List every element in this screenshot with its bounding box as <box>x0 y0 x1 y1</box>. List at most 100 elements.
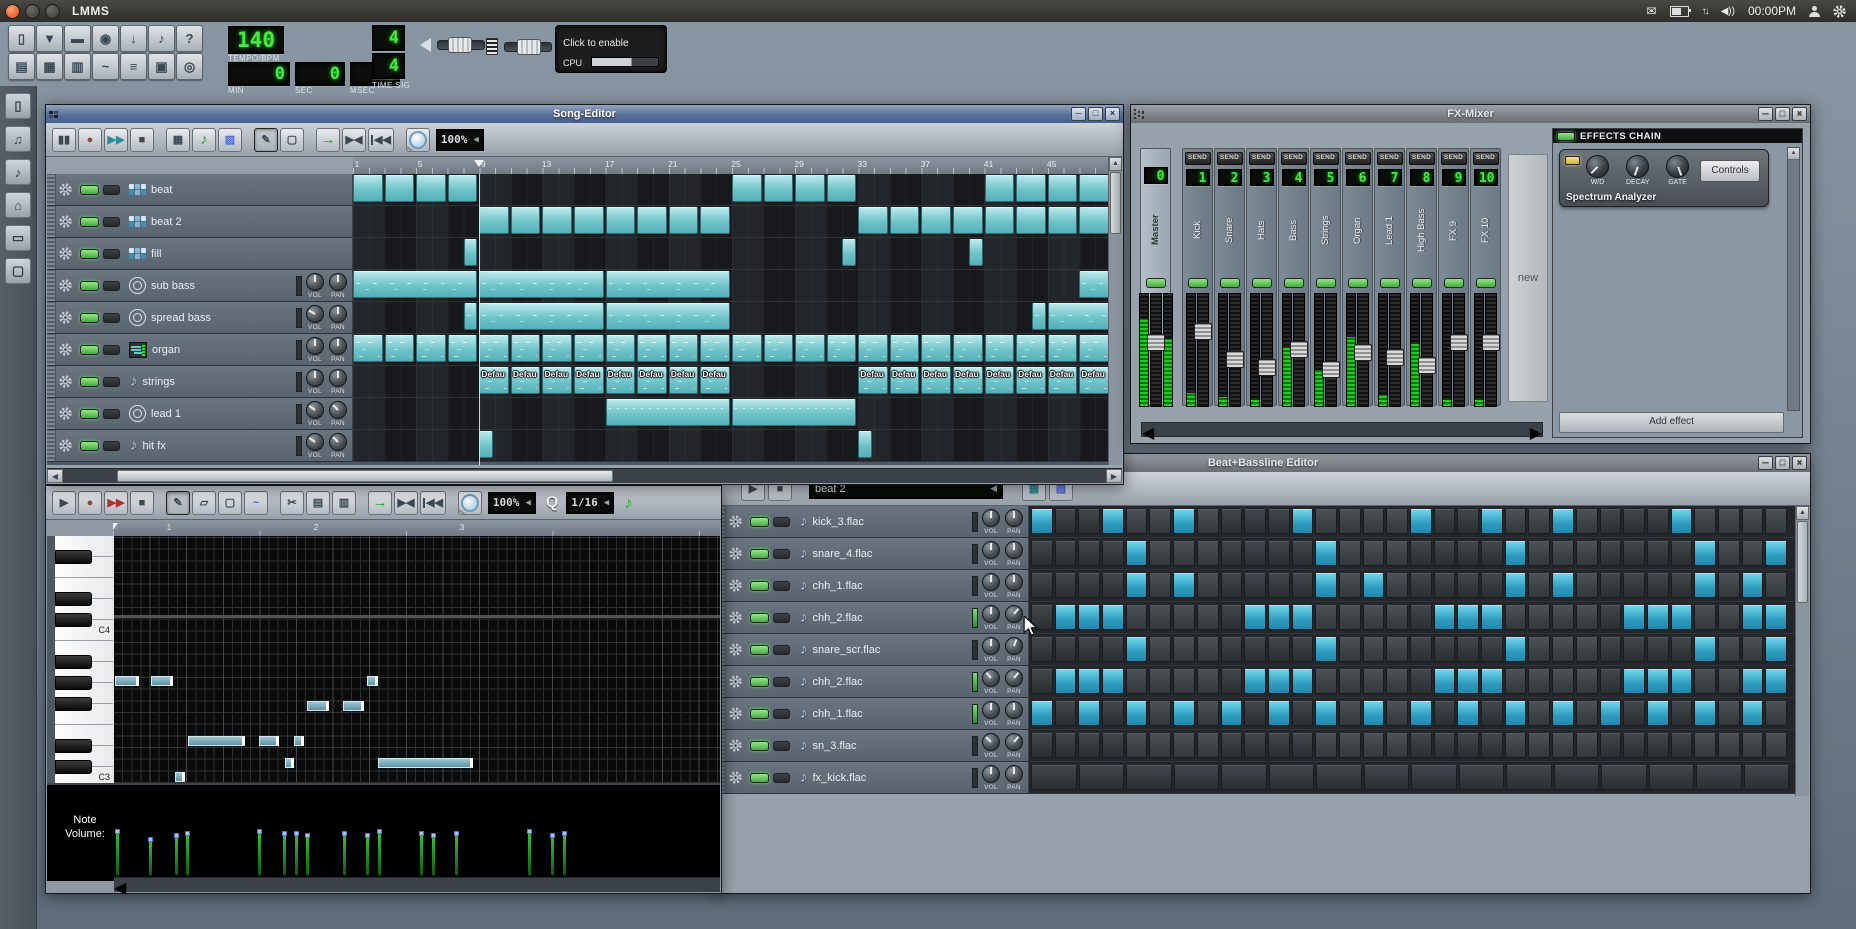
DECAY-knob[interactable] <box>1626 155 1650 178</box>
step-cell[interactable] <box>1315 573 1337 598</box>
fader-slot[interactable] <box>1194 293 1212 407</box>
timesig-denominator[interactable]: 4 <box>372 53 405 79</box>
window-close-button[interactable] <box>5 3 20 19</box>
mute-led[interactable] <box>750 708 769 719</box>
send-button[interactable]: SEND <box>1248 152 1275 165</box>
solo-led[interactable] <box>103 344 120 355</box>
solo-led[interactable] <box>103 408 120 419</box>
mute-led[interactable] <box>80 248 99 259</box>
add-sample-track-button[interactable]: ♪ <box>192 127 216 152</box>
pattern-block[interactable] <box>1016 175 1046 202</box>
se-playhead-marker[interactable] <box>474 160 485 172</box>
fx-maximize-button[interactable]: □ <box>1775 107 1790 121</box>
fx-channel-strip[interactable]: SEND 2 Snare <box>1214 148 1245 407</box>
record-button[interactable]: ● <box>78 490 102 515</box>
track-grip[interactable] <box>47 302 56 333</box>
pattern-block[interactable] <box>668 335 699 362</box>
step-cell[interactable] <box>1552 605 1574 630</box>
pattern-block[interactable]: Defau <box>1047 367 1078 394</box>
step-cell[interactable] <box>1291 637 1314 662</box>
channel-fader[interactable] <box>1442 293 1468 407</box>
step-cell[interactable] <box>1410 509 1432 534</box>
step-cell[interactable] <box>1102 669 1124 694</box>
channel-fader[interactable] <box>1186 293 1212 407</box>
step-cell[interactable] <box>1196 637 1219 662</box>
step-cell[interactable] <box>1338 733 1361 758</box>
copy-button[interactable]: ▤ <box>306 490 330 515</box>
pattern-block[interactable] <box>763 335 794 362</box>
step-cell[interactable] <box>1717 637 1740 662</box>
bb-close-button[interactable]: × <box>1792 456 1807 470</box>
continue-playback-button[interactable]: → <box>368 490 392 515</box>
step-cell[interactable] <box>1696 765 1742 790</box>
channel-mute-led[interactable] <box>1443 278 1464 288</box>
step-cell[interactable] <box>1623 605 1645 630</box>
pan-knob[interactable] <box>1005 540 1023 559</box>
note-volume-stem[interactable] <box>431 833 436 875</box>
gear-icon[interactable] <box>59 215 72 228</box>
mute-led[interactable] <box>80 312 99 323</box>
pattern-block[interactable] <box>605 207 636 234</box>
step-cell[interactable] <box>1741 509 1764 534</box>
step-cell[interactable] <box>1670 733 1693 758</box>
piano-roll-note[interactable] <box>307 701 329 711</box>
step-cell[interactable] <box>1102 701 1124 726</box>
pattern-block[interactable] <box>795 175 825 202</box>
step-cell[interactable] <box>1386 637 1408 662</box>
track-header[interactable]: organ VOL PAN <box>47 334 353 365</box>
paste-button[interactable]: ▥ <box>332 490 356 515</box>
step-cell[interactable] <box>1599 509 1622 534</box>
gear-icon[interactable] <box>729 515 742 528</box>
step-cell[interactable] <box>1316 765 1362 790</box>
track-header[interactable]: sub bass VOL PAN <box>47 270 353 301</box>
step-cell[interactable] <box>1646 637 1669 662</box>
step-cell[interactable] <box>1433 669 1456 694</box>
step-cell[interactable] <box>1149 573 1172 598</box>
fader-handle[interactable] <box>1322 361 1340 379</box>
mute-led[interactable] <box>80 408 99 419</box>
pattern-block[interactable] <box>353 175 383 202</box>
send-button[interactable]: SEND <box>1184 152 1211 165</box>
pattern-block[interactable] <box>921 335 952 362</box>
open-recent-button[interactable]: ◉ <box>92 25 119 52</box>
step-cell[interactable] <box>1338 669 1361 694</box>
pattern-block[interactable] <box>984 335 1015 362</box>
step-cell[interactable] <box>1411 765 1457 790</box>
pattern-block[interactable] <box>826 175 857 202</box>
pattern-block[interactable] <box>795 335 825 362</box>
step-cell[interactable] <box>1670 509 1693 534</box>
pattern-block[interactable] <box>574 207 604 234</box>
channel-fader[interactable] <box>1378 293 1404 407</box>
sidebar-item-root[interactable]: ▭ <box>5 225 31 251</box>
pattern-block[interactable] <box>447 335 478 362</box>
step-cell[interactable] <box>1315 541 1337 566</box>
note-volume-stem[interactable] <box>365 833 370 875</box>
channel-mute-led[interactable] <box>1347 278 1368 288</box>
rewind-button[interactable]: ◀◀ <box>420 490 446 515</box>
vol-knob[interactable] <box>982 732 1000 751</box>
step-cell[interactable] <box>1552 573 1574 598</box>
step-cell[interactable] <box>1125 509 1148 534</box>
pattern-block[interactable] <box>605 271 730 298</box>
pr-zoom-display[interactable]: 100% ◀ <box>487 491 536 514</box>
step-cell[interactable] <box>1765 509 1787 534</box>
gear-icon[interactable] <box>59 311 72 324</box>
step-cell[interactable] <box>1433 637 1456 662</box>
channel-label[interactable]: Lead 1 <box>1384 186 1395 275</box>
step-cell[interactable] <box>1220 669 1243 694</box>
channel-label[interactable]: Bass <box>1288 186 1299 275</box>
step-cell[interactable] <box>1196 541 1219 566</box>
solo-led[interactable] <box>773 516 790 527</box>
step-cell[interactable] <box>1220 605 1243 630</box>
clock[interactable]: 00:00PM <box>1748 4 1796 18</box>
step-cell[interactable] <box>1506 765 1552 790</box>
step-cell[interactable] <box>1504 605 1527 630</box>
step-cell[interactable] <box>1315 509 1337 534</box>
step-cell[interactable] <box>1457 733 1480 758</box>
zoom-icon[interactable] <box>457 490 482 515</box>
channel-label[interactable]: Strings <box>1320 186 1331 275</box>
pattern-block[interactable] <box>353 335 383 362</box>
pattern-block[interactable]: Defau <box>542 367 573 394</box>
pattern-block[interactable]: Defau <box>1079 367 1109 394</box>
step-cell[interactable] <box>1362 637 1385 662</box>
